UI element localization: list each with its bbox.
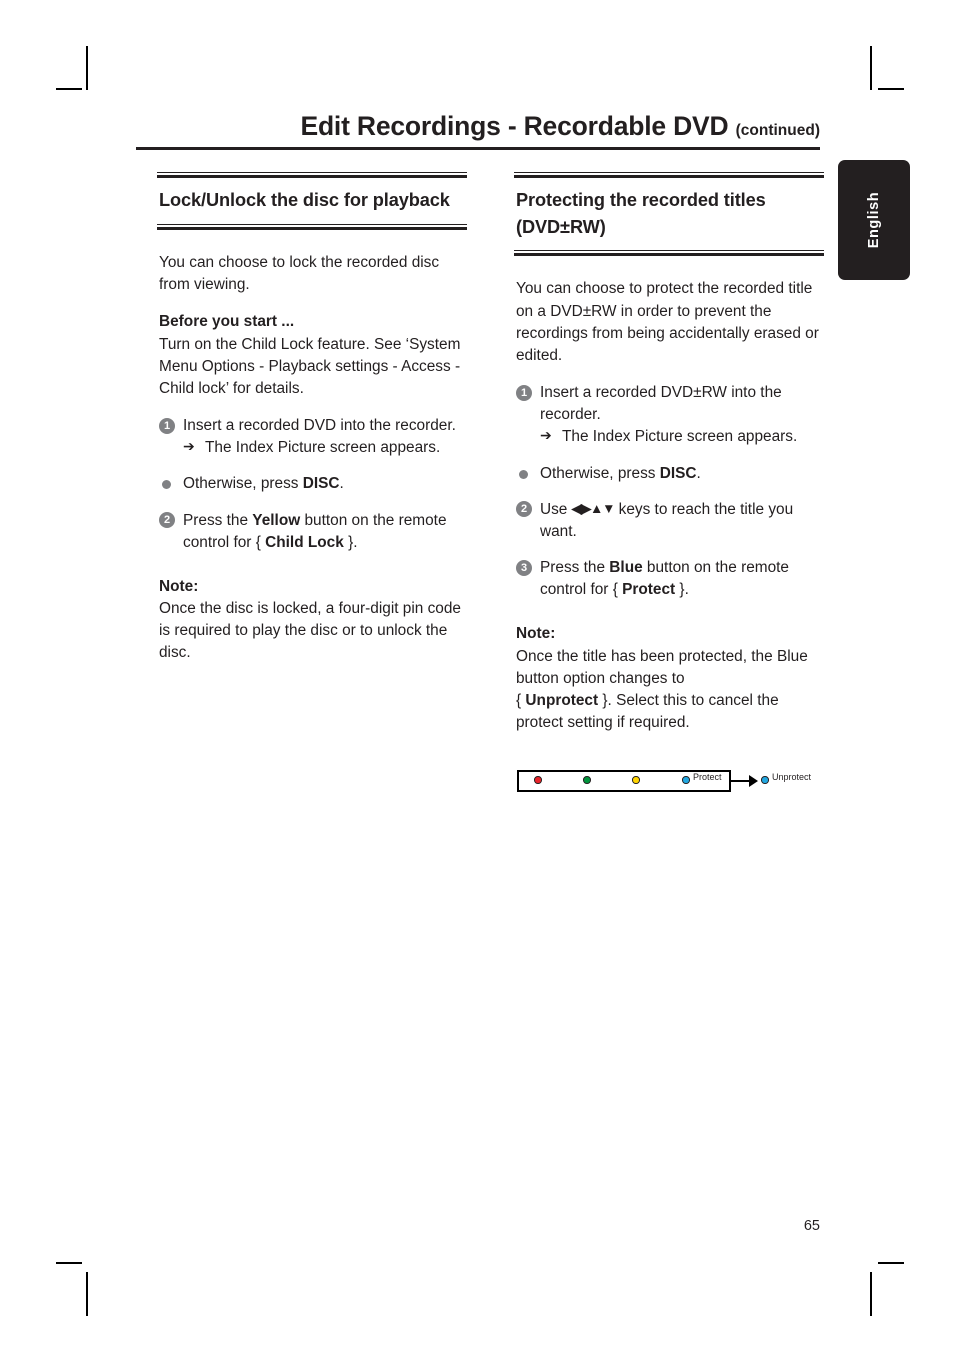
before-you-start-text: Turn on the Child Lock feature. See ‘Sys…	[159, 335, 461, 397]
right-step-1-result: ➔ The Index Picture screen appears.	[540, 426, 824, 448]
step-number-badge: 1	[516, 384, 532, 401]
right-alt-bold-disc: DISC	[659, 464, 697, 482]
step-number-badge: 2	[159, 512, 175, 529]
left-step-2: 2 Press the Yellow button on the remote …	[159, 510, 467, 554]
right-step-3-text-after: }.	[675, 581, 689, 599]
right-note-block: Note: Once the title has been protected,…	[514, 623, 824, 734]
right-section-heading: Protecting the recorded titles (DVD±RW)	[516, 190, 766, 237]
right-step-alt-disc: Otherwise, press DISC.	[516, 463, 824, 485]
right-step-3-text-before: Press the	[540, 559, 610, 577]
result-arrow-icon: ➔	[540, 427, 552, 444]
left-alt-text-after: .	[339, 475, 344, 493]
left-step-1-text: Insert a recorded DVD into the recorder.	[183, 417, 456, 435]
right-steps-list: 1 Insert a recorded DVD±RW into the reco…	[514, 382, 824, 601]
left-step-2-text-before: Press the	[183, 511, 253, 529]
left-step-1-result: ➔ The Index Picture screen appears.	[183, 437, 467, 459]
blue-key-label-unprotect: Unprotect	[772, 772, 812, 783]
left-note-heading: Note:	[159, 577, 199, 595]
language-tab-label: English	[866, 191, 882, 249]
page-title-continued: (continued)	[735, 122, 820, 139]
right-step-3: 3 Press the Blue button on the remote co…	[516, 557, 824, 601]
yellow-key-icon	[632, 776, 640, 784]
crop-mark-bottom-right-v	[870, 1272, 872, 1316]
left-intro-block: You can choose to lock the recorded disc…	[157, 252, 467, 400]
right-note-line-1: Once the title has been protected, the B…	[516, 647, 808, 687]
green-key-icon	[583, 776, 591, 784]
blue-key-after-icon	[761, 776, 769, 784]
right-step-2-text-before: Use	[540, 500, 572, 518]
left-alt-bold-disc: DISC	[302, 475, 340, 493]
page-title-main: Edit Recordings - Recordable DVD	[300, 111, 729, 141]
result-arrow-icon: ➔	[183, 438, 195, 455]
right-alt-text-before: Otherwise, press	[540, 464, 660, 482]
crop-mark-bottom-left-h	[56, 1262, 82, 1264]
crop-mark-top-right-h	[878, 88, 904, 90]
right-step-3-bold-blue: Blue	[609, 559, 643, 577]
left-steps-list: 1 Insert a recorded DVD into the recorde…	[157, 415, 467, 554]
language-tab: English	[838, 160, 910, 280]
step-number-badge: 1	[159, 417, 175, 434]
step-number-badge: 3	[516, 559, 532, 576]
left-alt-text-before: Otherwise, press	[183, 475, 303, 493]
bullet-icon	[161, 480, 171, 490]
transition-arrow-line	[731, 779, 751, 782]
crop-mark-bottom-left-v	[86, 1272, 88, 1316]
left-step-2-bold-child-lock: Child Lock	[265, 533, 344, 551]
left-column: Lock/Unlock the disc for playback You ca…	[157, 172, 467, 665]
right-step-1-text: Insert a recorded DVD±RW into the record…	[540, 384, 782, 424]
crop-mark-bottom-right-h	[878, 1262, 904, 1264]
left-step-alt-disc: Otherwise, press DISC.	[159, 473, 467, 495]
left-note-block: Note: Once the disc is locked, a four-di…	[157, 576, 467, 665]
right-note-text: Once the title has been protected, the B…	[516, 646, 824, 735]
left-step-2-bold-yellow: Yellow	[252, 511, 301, 529]
crop-mark-top-right-v	[870, 46, 872, 90]
right-note-bold-unprotect: Unprotect	[525, 691, 599, 709]
right-alt-text-after: .	[696, 464, 701, 482]
right-note-brace: {	[516, 691, 526, 709]
direction-keys-icon: ◀▶▲▼	[571, 500, 616, 516]
left-step-1: 1 Insert a recorded DVD into the recorde…	[159, 415, 467, 459]
page-header: Edit Recordings - Recordable DVD (contin…	[136, 111, 820, 150]
blue-key-label-protect: Protect	[693, 772, 722, 783]
page-title: Edit Recordings - Recordable DVD (contin…	[136, 111, 820, 141]
left-intro-text: You can choose to lock the recorded disc…	[159, 253, 440, 294]
before-you-start-heading: Before you start ...	[159, 313, 295, 331]
bullet-icon	[518, 469, 528, 479]
crop-mark-top-left-v	[86, 46, 88, 90]
document-page: Edit Recordings - Recordable DVD (contin…	[0, 0, 954, 1347]
header-divider	[136, 147, 820, 150]
right-column: Protecting the recorded titles (DVD±RW) …	[514, 172, 824, 804]
right-intro-block: You can choose to protect the recorded t…	[514, 278, 824, 367]
right-step-1: 1 Insert a recorded DVD±RW into the reco…	[516, 382, 824, 449]
transition-arrow-head-icon	[749, 774, 758, 787]
page-number: 65	[803, 1218, 820, 1234]
right-intro-text: You can choose to protect the recorded t…	[516, 280, 819, 364]
right-note-heading: Note:	[516, 625, 556, 643]
right-step-2: 2 Use ◀▶▲▼ keys to reach the title you w…	[516, 499, 824, 543]
right-step-3-bold-protect: Protect	[622, 581, 676, 599]
red-key-icon	[534, 776, 542, 784]
left-step-2-text-after: }.	[343, 533, 358, 551]
blue-key-icon	[682, 776, 690, 784]
crop-mark-top-left-h	[56, 88, 82, 90]
step-number-badge: 2	[516, 501, 532, 518]
left-section-heading: Lock/Unlock the disc for playback	[159, 190, 450, 211]
right-step-1-result-text: The Index Picture screen appears.	[562, 428, 798, 446]
left-note-text: Once the disc is locked, a four-digit pi…	[159, 600, 461, 662]
remote-color-keys-diagram: Protect Unprotect	[517, 760, 824, 804]
left-step-1-result-text: The Index Picture screen appears.	[205, 439, 441, 457]
